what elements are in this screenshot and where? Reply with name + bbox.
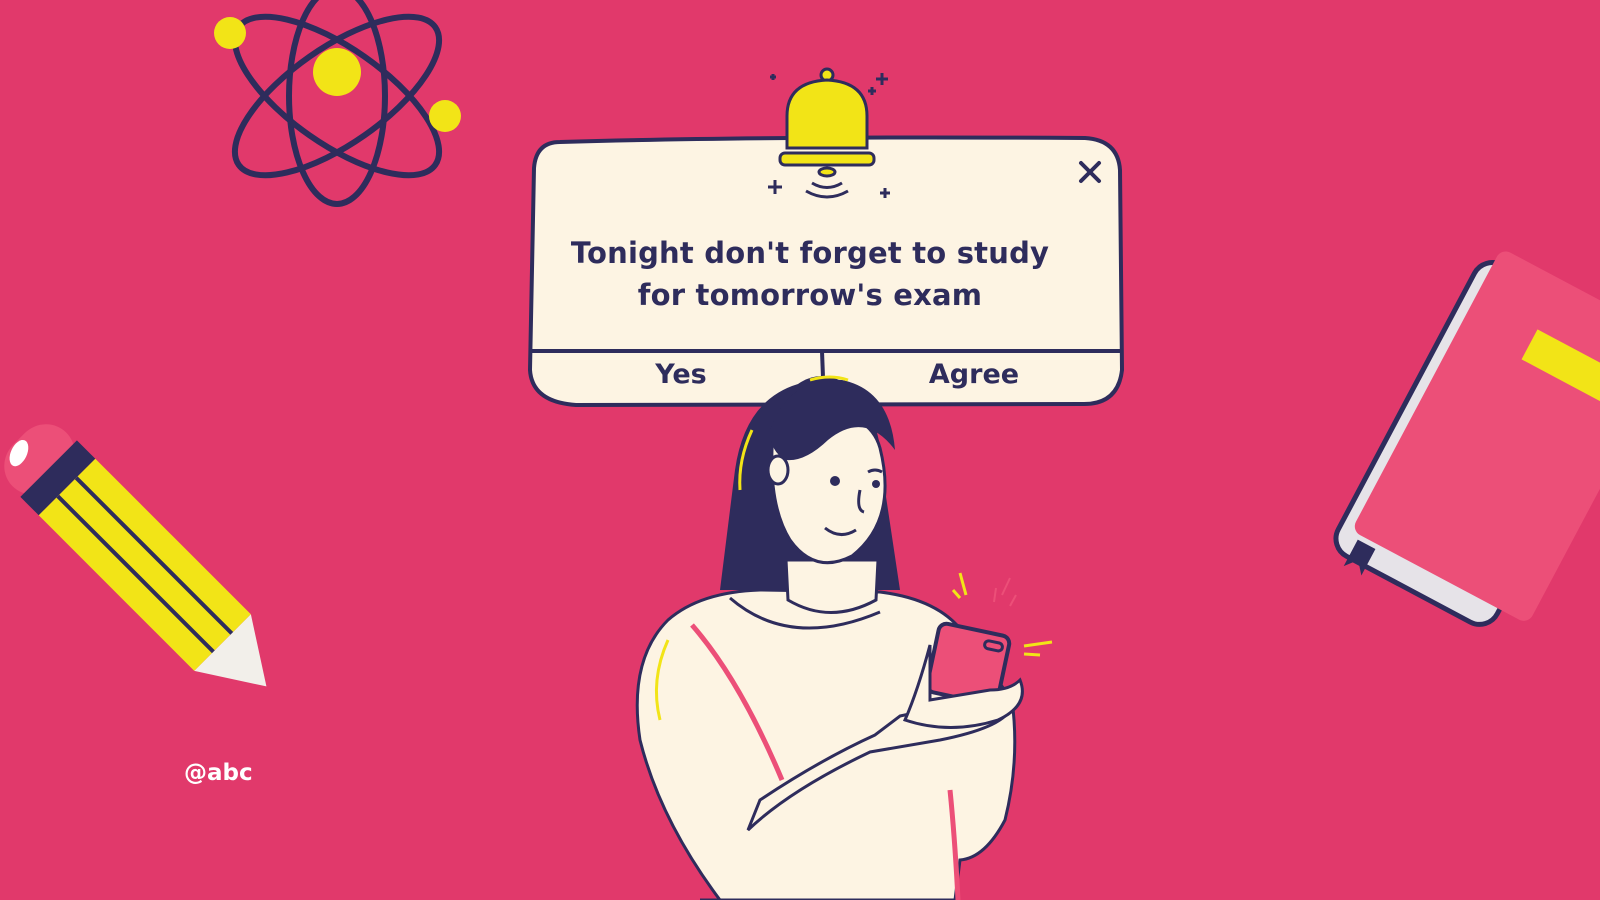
notification-scene: Tonight don't forget to study for tomorr…	[0, 0, 1600, 900]
yes-button[interactable]: Yes	[540, 350, 822, 398]
dialog-message-line-2: for tomorrow's exam	[637, 278, 983, 312]
handle-text: @abc	[184, 760, 253, 786]
close-icon[interactable]	[1072, 154, 1108, 190]
close-button[interactable]	[1072, 154, 1108, 190]
neck	[784, 558, 880, 614]
dialog-message-line-1: Tonight don't forget to study	[570, 236, 1050, 270]
dialog-message: Tonight don't forget to study for tomorr…	[560, 232, 1060, 316]
agree-button[interactable]: Agree	[826, 350, 1122, 398]
